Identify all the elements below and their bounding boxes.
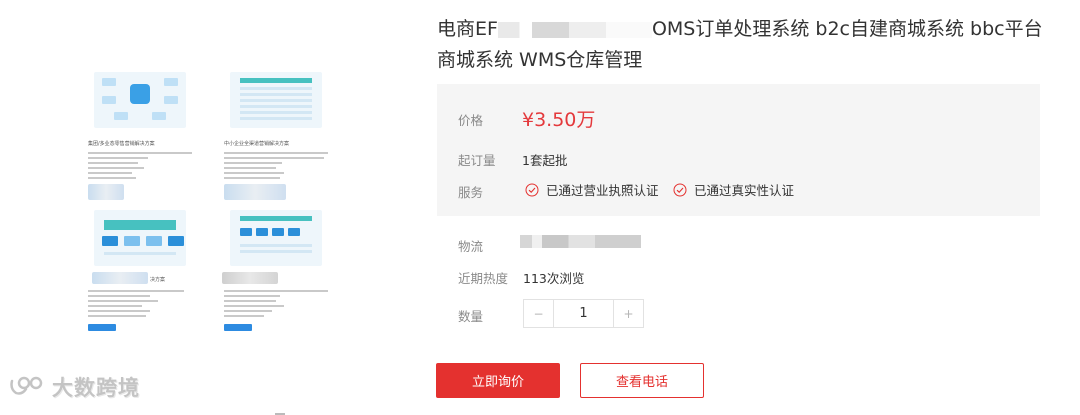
product-title: 电商EF OMS订单处理系统 b2c自建商城系统 bbc平台商城系统 WMS仓库管… [437, 18, 1043, 71]
dashboard-screenshot [94, 72, 186, 128]
solution-card-3: 决方案 [80, 210, 206, 350]
service-badge-authenticity[interactable]: 已通过真实性认证 [673, 180, 794, 199]
solution-card-1: 集团/多业态零售营销解决方案 [80, 72, 206, 212]
flow-screenshot [94, 210, 186, 266]
solution-card-4 [216, 210, 342, 350]
price-label: 价格 [458, 113, 484, 128]
product-title-block: 电商EF OMS订单处理系统 b2c自建商城系统 bbc平台商城系统 WMS仓库管… [437, 14, 1057, 76]
popularity-label: 近期热度 [458, 271, 509, 286]
solution-card-2: 中小企业全渠道营销解决方案 [216, 72, 342, 212]
card-title: 中小企业全渠道营销解决方案 [224, 141, 290, 147]
quantity-label: 数量 [458, 309, 484, 324]
inquire-now-button[interactable]: 立即询价 [436, 363, 560, 398]
service-item-label: 已通过真实性认证 [694, 183, 795, 198]
decrement-button[interactable]: − [524, 300, 553, 327]
blurred-title [92, 272, 148, 284]
watermark-logo-icon [10, 376, 43, 395]
logistics-label: 物流 [458, 239, 484, 254]
quantity-stepper: − 1 + [523, 299, 644, 328]
blurred-button [88, 184, 124, 200]
popularity-value: 113次浏览 [523, 271, 585, 286]
quantity-input[interactable]: 1 [553, 300, 614, 327]
redacted-text [497, 21, 652, 38]
blurred-button [224, 184, 286, 200]
service-item-label: 已通过营业执照认证 [546, 183, 659, 198]
check-circle-icon [525, 183, 539, 196]
product-image-gallery[interactable]: 集团/多业态零售营销解决方案 中小企业全渠道营销解决方案 决方案 大数跨境 [0, 0, 430, 415]
logistics-value-redacted [520, 235, 641, 248]
grid-screenshot [230, 210, 322, 266]
table-screenshot [230, 72, 322, 128]
watermark: 大数跨境 [8, 372, 140, 402]
service-badge-license[interactable]: 已通过营业执照认证 [525, 180, 659, 199]
card-title: 决方案 [150, 277, 166, 283]
price-panel: 价格 ¥3.50万 起订量 1套起批 服务 已通过营业执照认证 已通过真实性认证 [437, 84, 1040, 216]
increment-button[interactable]: + [614, 300, 643, 327]
product-image: 集团/多业态零售营销解决方案 中小企业全渠道营销解决方案 决方案 [80, 62, 350, 415]
card-cta [224, 324, 252, 331]
card-cta [88, 324, 116, 331]
moq-label: 起订量 [458, 153, 496, 168]
service-label: 服务 [458, 185, 484, 200]
blurred-title [222, 272, 278, 284]
price-value: ¥3.50万 [522, 109, 596, 131]
card-title: 集团/多业态零售营销解决方案 [88, 141, 155, 147]
view-phone-button[interactable]: 查看电话 [580, 363, 704, 398]
check-circle-icon [673, 183, 687, 196]
moq-value: 1套起批 [522, 153, 568, 168]
watermark-text: 大数跨境 [52, 376, 140, 400]
